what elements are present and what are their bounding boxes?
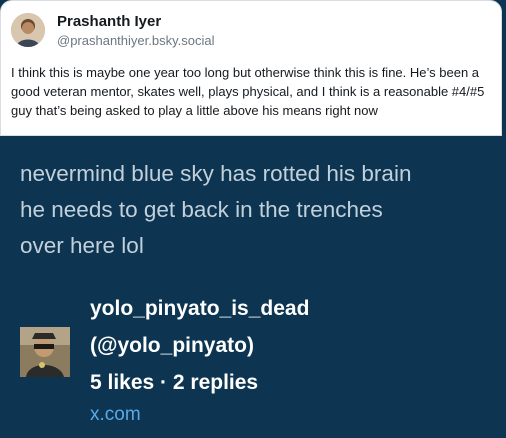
- post-text: nevermind blue sky has rotted his brain …: [20, 156, 490, 264]
- post-text-line: nevermind blue sky has rotted his brain: [20, 161, 412, 186]
- post-text-line: he needs to get back in the trenches: [20, 197, 383, 222]
- quoted-post-card[interactable]: Prashanth Iyer @prashanthiyer.bsky.socia…: [0, 0, 502, 136]
- quoted-post-text: I think this is maybe one year too long …: [11, 65, 485, 118]
- post-stats: 5 likes · 2 replies: [90, 371, 259, 394]
- quoted-author-name[interactable]: Prashanth Iyer: [57, 13, 161, 30]
- author-avatar[interactable]: [20, 327, 70, 377]
- author-handle[interactable]: (@yolo_pinyato): [90, 327, 309, 364]
- author-display-name[interactable]: yolo_pinyato_is_dead: [90, 290, 309, 327]
- quoted-author-avatar[interactable]: [11, 13, 45, 47]
- post-embed: Prashanth Iyer @prashanthiyer.bsky.socia…: [0, 0, 506, 438]
- author-info: yolo_pinyato_is_dead (@yolo_pinyato) 5 l…: [90, 290, 309, 429]
- source-link[interactable]: x.com: [90, 401, 309, 429]
- post-text-line: over here lol: [20, 233, 144, 258]
- quoted-author-handle[interactable]: @prashanthiyer.bsky.social: [57, 33, 214, 48]
